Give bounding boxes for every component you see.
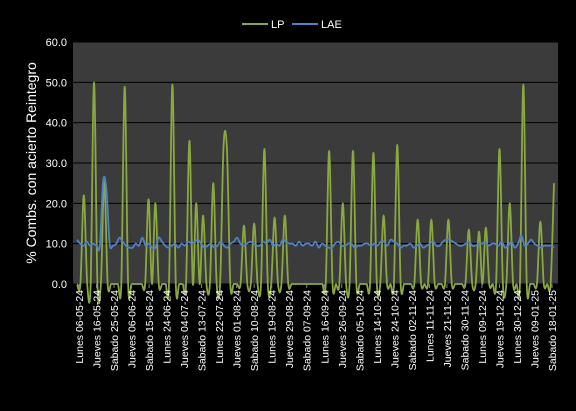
x-tick-label: Sabado 05-10-24	[354, 290, 366, 371]
x-tick-label: Jueves 04-07-24	[179, 290, 191, 368]
y-tick-label: 30.0	[46, 158, 67, 170]
x-tick-label: Sabado 18-01-25	[547, 290, 559, 371]
x-tick-label: Lunes 22-07-24	[214, 290, 226, 364]
x-tick-label: Lunes 11-11-24	[424, 290, 436, 362]
legend-label-lae: LAE	[321, 19, 342, 31]
x-tick-label: Jueves 19-12-24	[494, 290, 506, 368]
x-tick-label: Sabado 25-05-24	[109, 290, 121, 371]
x-tick-label: Lunes 16-09-24	[319, 290, 331, 364]
y-tick-label: 20.0	[46, 198, 67, 210]
y-tick-label: 50.0	[46, 77, 67, 89]
x-tick-label: Lunes 14-10-24	[372, 290, 384, 364]
x-tick-label: Sabado 07-09-24	[302, 290, 314, 371]
x-tick-label: Lunes 30-12-24	[512, 290, 524, 364]
x-tick-label: Jueves 26-09-24	[337, 290, 349, 368]
x-tick-label: Sabado 30-11-24	[459, 290, 471, 371]
legend-label-lp: LP	[271, 19, 284, 31]
x-tick-label: Sabado 02-11-24	[407, 290, 419, 371]
x-tick-label: Jueves 09-01-25	[530, 290, 542, 368]
x-tick-label: Jueves 01-08-24	[232, 290, 244, 368]
x-tick-label: Lunes 09-12-24	[477, 290, 489, 364]
chart: 0.0 10.0 20.0 30.0 40.0 50.0 60.0 Lunes 06-05-…	[0, 0, 576, 406]
x-tick-label: Sabado 15-06-24	[144, 290, 156, 371]
x-tick-label: Jueves 06-06-24	[127, 290, 139, 368]
x-tick-label: Jueves 16-05-24	[92, 290, 104, 368]
x-tick-label: Sabado 10-08-24	[249, 290, 261, 371]
x-tick-label: Jueves 29-08-24	[284, 290, 296, 368]
x-tick-label: Lunes 24-06-24	[162, 290, 174, 364]
x-tick-label: Sabado 13-07-24	[197, 290, 209, 371]
line-chart: 0.0 10.0 20.0 30.0 40.0 50.0 60.0 Lunes 06-05-…	[0, 0, 576, 406]
x-tick-label: Lunes 19-08-24	[267, 290, 279, 364]
y-tick-label: 10.0	[46, 239, 67, 251]
y-axis-label: % Combs. con acierto Reintegro	[23, 62, 39, 264]
x-tick-label: Lunes 06-05-24	[74, 290, 86, 364]
y-tick-label: 40.0	[46, 118, 67, 130]
y-tick-label: 0.0	[52, 279, 67, 291]
x-tick-label: Jueves 21-11-24	[442, 290, 454, 368]
y-tick-label: 60.0	[46, 37, 67, 49]
x-tick-label: Jueves 24-10-24	[389, 290, 401, 368]
